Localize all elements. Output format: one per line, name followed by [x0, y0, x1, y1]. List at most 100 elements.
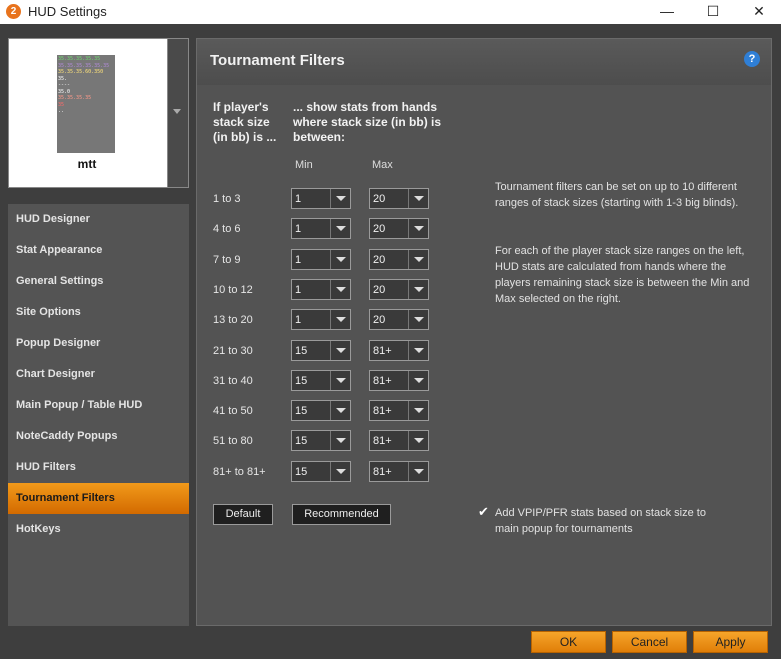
- header-line: (in bb) is ...: [213, 130, 277, 144]
- chevron-down-icon: [336, 286, 346, 292]
- sidebar-nav: HUD Designer Stat Appearance General Setti…: [8, 204, 189, 626]
- close-button[interactable]: ✕: [736, 0, 781, 24]
- chevron-down-icon: [336, 196, 346, 201]
- ok-button[interactable]: OK: [531, 631, 606, 653]
- min-stack-select[interactable]: 1: [291, 309, 351, 331]
- max-stack-select[interactable]: 81+: [369, 339, 429, 361]
- dropdown-button[interactable]: [330, 279, 350, 299]
- chevron-down-icon: [414, 468, 424, 474]
- apply-button[interactable]: Apply: [693, 631, 768, 653]
- max-stack-select[interactable]: 20: [369, 278, 429, 300]
- tournament-filters-panel: Tournament Filters ? If player's stack s…: [196, 38, 772, 626]
- maximize-button[interactable]: ☐: [690, 0, 736, 24]
- dropdown-button[interactable]: [330, 340, 350, 360]
- max-stack-select[interactable]: 81+: [369, 460, 429, 482]
- dropdown-button[interactable]: [408, 310, 428, 330]
- stack-range-label: 51 to 80: [213, 435, 253, 448]
- sidebar-item-notecaddy-popups[interactable]: NoteCaddy Popups: [8, 421, 189, 452]
- vpip-pfr-checkbox-label[interactable]: Add VPIP/PFR stats based on stack size t…: [495, 505, 725, 537]
- dropdown-button[interactable]: [408, 189, 428, 208]
- cancel-button[interactable]: Cancel: [612, 631, 687, 653]
- max-stack-select[interactable]: 20: [369, 309, 429, 331]
- stack-range-label: 21 to 30: [213, 344, 253, 357]
- vpip-pfr-checkbox[interactable]: ✔: [478, 505, 490, 518]
- min-stack-select[interactable]: 15: [291, 460, 351, 482]
- sidebar-item-hud-designer[interactable]: HUD Designer: [8, 204, 189, 235]
- sidebar-item-stat-appearance[interactable]: Stat Appearance: [8, 235, 189, 266]
- max-value: 81+: [373, 374, 392, 387]
- min-stack-select[interactable]: 15: [291, 430, 351, 452]
- dropdown-button[interactable]: [330, 249, 350, 269]
- max-value: 81+: [373, 344, 392, 357]
- min-stack-select[interactable]: 15: [291, 369, 351, 391]
- max-stack-select[interactable]: 20: [369, 188, 429, 209]
- sidebar-item-general-settings[interactable]: General Settings: [8, 266, 189, 297]
- stack-range-label: 13 to 20: [213, 314, 253, 327]
- help-icon[interactable]: ?: [744, 51, 760, 67]
- min-stack-select[interactable]: 1: [291, 248, 351, 270]
- max-value: 20: [373, 253, 386, 266]
- hud-profile-dropdown[interactable]: [168, 38, 189, 188]
- minimize-button[interactable]: —: [644, 0, 690, 24]
- max-stack-select[interactable]: 81+: [369, 430, 429, 452]
- min-stack-select[interactable]: 1: [291, 218, 351, 240]
- max-stack-select[interactable]: 81+: [369, 400, 429, 422]
- max-stack-select[interactable]: 20: [369, 248, 429, 270]
- dropdown-button[interactable]: [408, 370, 428, 390]
- sidebar-item-main-popup-table-hud[interactable]: Main Popup / Table HUD: [8, 390, 189, 421]
- default-button[interactable]: Default: [213, 504, 273, 525]
- dropdown-button[interactable]: [408, 279, 428, 299]
- min-value: 1: [295, 253, 302, 266]
- stack-range-label: 10 to 12: [213, 283, 253, 296]
- min-stack-select[interactable]: 15: [291, 339, 351, 361]
- dropdown-button[interactable]: [408, 340, 428, 360]
- sidebar-item-hotkeys[interactable]: HotKeys: [8, 514, 189, 545]
- sidebar-item-hud-filters[interactable]: HUD Filters: [8, 452, 189, 483]
- dropdown-button[interactable]: [330, 189, 350, 208]
- dropdown-button[interactable]: [408, 431, 428, 451]
- max-stack-select[interactable]: 81+: [369, 369, 429, 391]
- title-bar: 2 HUD Settings — ☐ ✕: [0, 0, 781, 24]
- chevron-down-icon: [336, 226, 346, 232]
- max-stack-select[interactable]: 20: [369, 218, 429, 240]
- chevron-down-icon: [414, 347, 424, 353]
- dropdown-button[interactable]: [408, 461, 428, 481]
- dropdown-button[interactable]: [408, 249, 428, 269]
- chevron-down-icon: [336, 468, 346, 474]
- min-stack-select[interactable]: 1: [291, 188, 351, 209]
- min-stack-select[interactable]: 1: [291, 278, 351, 300]
- dropdown-button[interactable]: [330, 401, 350, 421]
- chevron-down-icon: [414, 377, 424, 383]
- chevron-down-icon: [173, 109, 181, 114]
- hud-preview[interactable]: 35.35.35.35.35 35.35.35.35.35.35 35.35.35.…: [8, 38, 168, 188]
- header-line: stack size: [213, 115, 270, 129]
- header-line: where stack size (in bb) is: [293, 115, 442, 129]
- min-value: 1: [295, 283, 302, 296]
- recommended-button[interactable]: Recommended: [292, 504, 391, 525]
- dropdown-button[interactable]: [330, 431, 350, 451]
- dropdown-button[interactable]: [408, 219, 428, 239]
- chevron-down-icon: [336, 317, 346, 323]
- header-line: between:: [293, 130, 346, 144]
- sidebar-item-site-options[interactable]: Site Options: [8, 297, 189, 328]
- sidebar-item-tournament-filters[interactable]: Tournament Filters: [8, 483, 189, 514]
- stack-size-header: If player's stack size (in bb) is ...: [213, 100, 276, 145]
- window-title: HUD Settings: [28, 4, 107, 19]
- chevron-down-icon: [414, 317, 424, 323]
- dropdown-button[interactable]: [330, 310, 350, 330]
- max-value: 20: [373, 193, 386, 205]
- dropdown-button[interactable]: [330, 370, 350, 390]
- dropdown-button[interactable]: [408, 401, 428, 421]
- max-column-label: Max: [372, 159, 393, 171]
- stack-range-label: 31 to 40: [213, 374, 253, 387]
- min-value: 1: [295, 223, 302, 236]
- min-value: 15: [295, 435, 308, 448]
- min-stack-select[interactable]: 15: [291, 400, 351, 422]
- dropdown-button[interactable]: [330, 461, 350, 481]
- chevron-down-icon: [414, 226, 424, 232]
- sidebar-item-popup-designer[interactable]: Popup Designer: [8, 328, 189, 359]
- sidebar-item-chart-designer[interactable]: Chart Designer: [8, 359, 189, 390]
- panel-header: Tournament Filters ?: [197, 39, 771, 85]
- dropdown-button[interactable]: [330, 219, 350, 239]
- app-logo-icon: 2: [6, 4, 21, 19]
